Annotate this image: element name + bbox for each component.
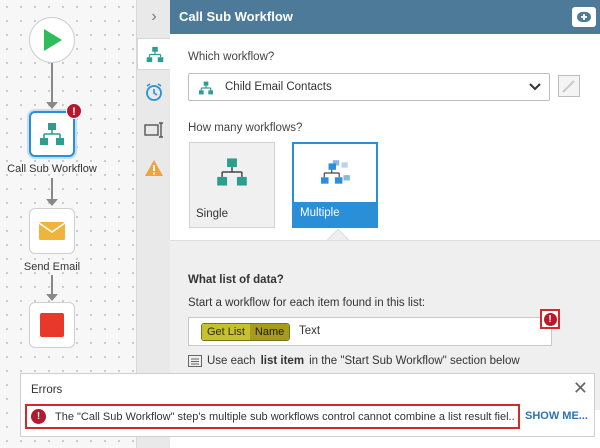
selected-workflow: Child Email Contacts: [225, 81, 332, 93]
envelope-icon: [38, 222, 66, 240]
hint-suffix: in the "Start Sub Workflow" section belo…: [309, 355, 520, 367]
sub-workflow-icon: [40, 123, 64, 145]
connector-arrow: [46, 294, 58, 301]
list-item-hint: Use each list item in the "Start Sub Wor…: [188, 355, 520, 367]
pencil-icon: [562, 80, 575, 93]
list-source-input[interactable]: Get List Name Text: [188, 317, 552, 346]
stop-node[interactable]: [29, 302, 75, 348]
sub-workflow-icon: [146, 46, 164, 62]
panel-header: Call Sub Workflow: [170, 0, 600, 34]
option-multiple[interactable]: Multiple: [292, 142, 378, 228]
list-icon: [188, 355, 202, 367]
token-source: Get List: [202, 324, 250, 340]
plus-icon: [577, 12, 591, 22]
send-email-node[interactable]: [29, 208, 75, 254]
token-field: Name: [249, 324, 290, 340]
add-button[interactable]: [572, 7, 596, 27]
connector-line: [51, 63, 53, 103]
error-row[interactable]: ! The "Call Sub Workflow" step's multipl…: [25, 404, 520, 429]
show-me-link[interactable]: SHOW ME...: [525, 410, 588, 422]
text-cursor-icon: [144, 122, 163, 138]
connector-line: [51, 178, 53, 200]
call-sub-workflow-label: Call Sub Workflow: [7, 163, 97, 175]
how-many-label: How many workflows?: [188, 122, 303, 134]
error-message: The "Call Sub Workflow" step's multiple …: [55, 411, 515, 423]
error-icon: !: [31, 409, 46, 424]
multiple-workflow-icon: [321, 160, 350, 184]
node-error-badge[interactable]: !: [66, 103, 82, 119]
token-type: Text: [299, 325, 321, 337]
option-multiple-label: Multiple: [294, 202, 376, 226]
option-single-label: Single: [196, 208, 228, 220]
chevron-down-icon: [529, 83, 541, 91]
connector-line: [51, 275, 53, 295]
tab-timing[interactable]: [137, 76, 171, 108]
close-icon[interactable]: ✕: [573, 378, 588, 399]
tab-warnings[interactable]: [137, 152, 171, 184]
alarm-clock-icon: [146, 83, 162, 101]
hint-bold: list item: [260, 355, 305, 367]
errors-panel: Errors ✕ ! The "Call Sub Workflow" step'…: [20, 373, 595, 437]
errors-title: Errors: [31, 384, 63, 396]
single-workflow-icon: [217, 158, 247, 186]
list-section-description: Start a workflow for each item found in …: [188, 297, 426, 309]
field-error-indicator[interactable]: !: [540, 309, 560, 329]
sub-workflow-icon: [199, 81, 213, 95]
list-token[interactable]: Get List Name: [201, 323, 291, 341]
error-icon: !: [543, 312, 557, 326]
connector-arrow: [46, 102, 58, 109]
tab-configuration[interactable]: [137, 38, 172, 70]
edit-workflow-button[interactable]: [558, 75, 580, 97]
hint-prefix: Use each: [207, 355, 256, 367]
collapse-panel-button[interactable]: ›: [137, 0, 171, 34]
connector-arrow: [46, 199, 58, 206]
send-email-label: Send Email: [23, 261, 81, 273]
warning-icon: [145, 160, 163, 176]
option-single[interactable]: Single: [189, 142, 275, 228]
workflow-select[interactable]: Child Email Contacts: [188, 73, 550, 101]
start-node[interactable]: [29, 17, 75, 63]
list-section-title: What list of data?: [188, 274, 284, 286]
call-sub-workflow-node[interactable]: [29, 111, 75, 157]
which-workflow-label: Which workflow?: [188, 51, 275, 63]
stop-icon: [40, 313, 64, 337]
tab-text-options[interactable]: [137, 114, 171, 146]
play-icon: [44, 29, 62, 51]
panel-title: Call Sub Workflow: [179, 9, 293, 24]
